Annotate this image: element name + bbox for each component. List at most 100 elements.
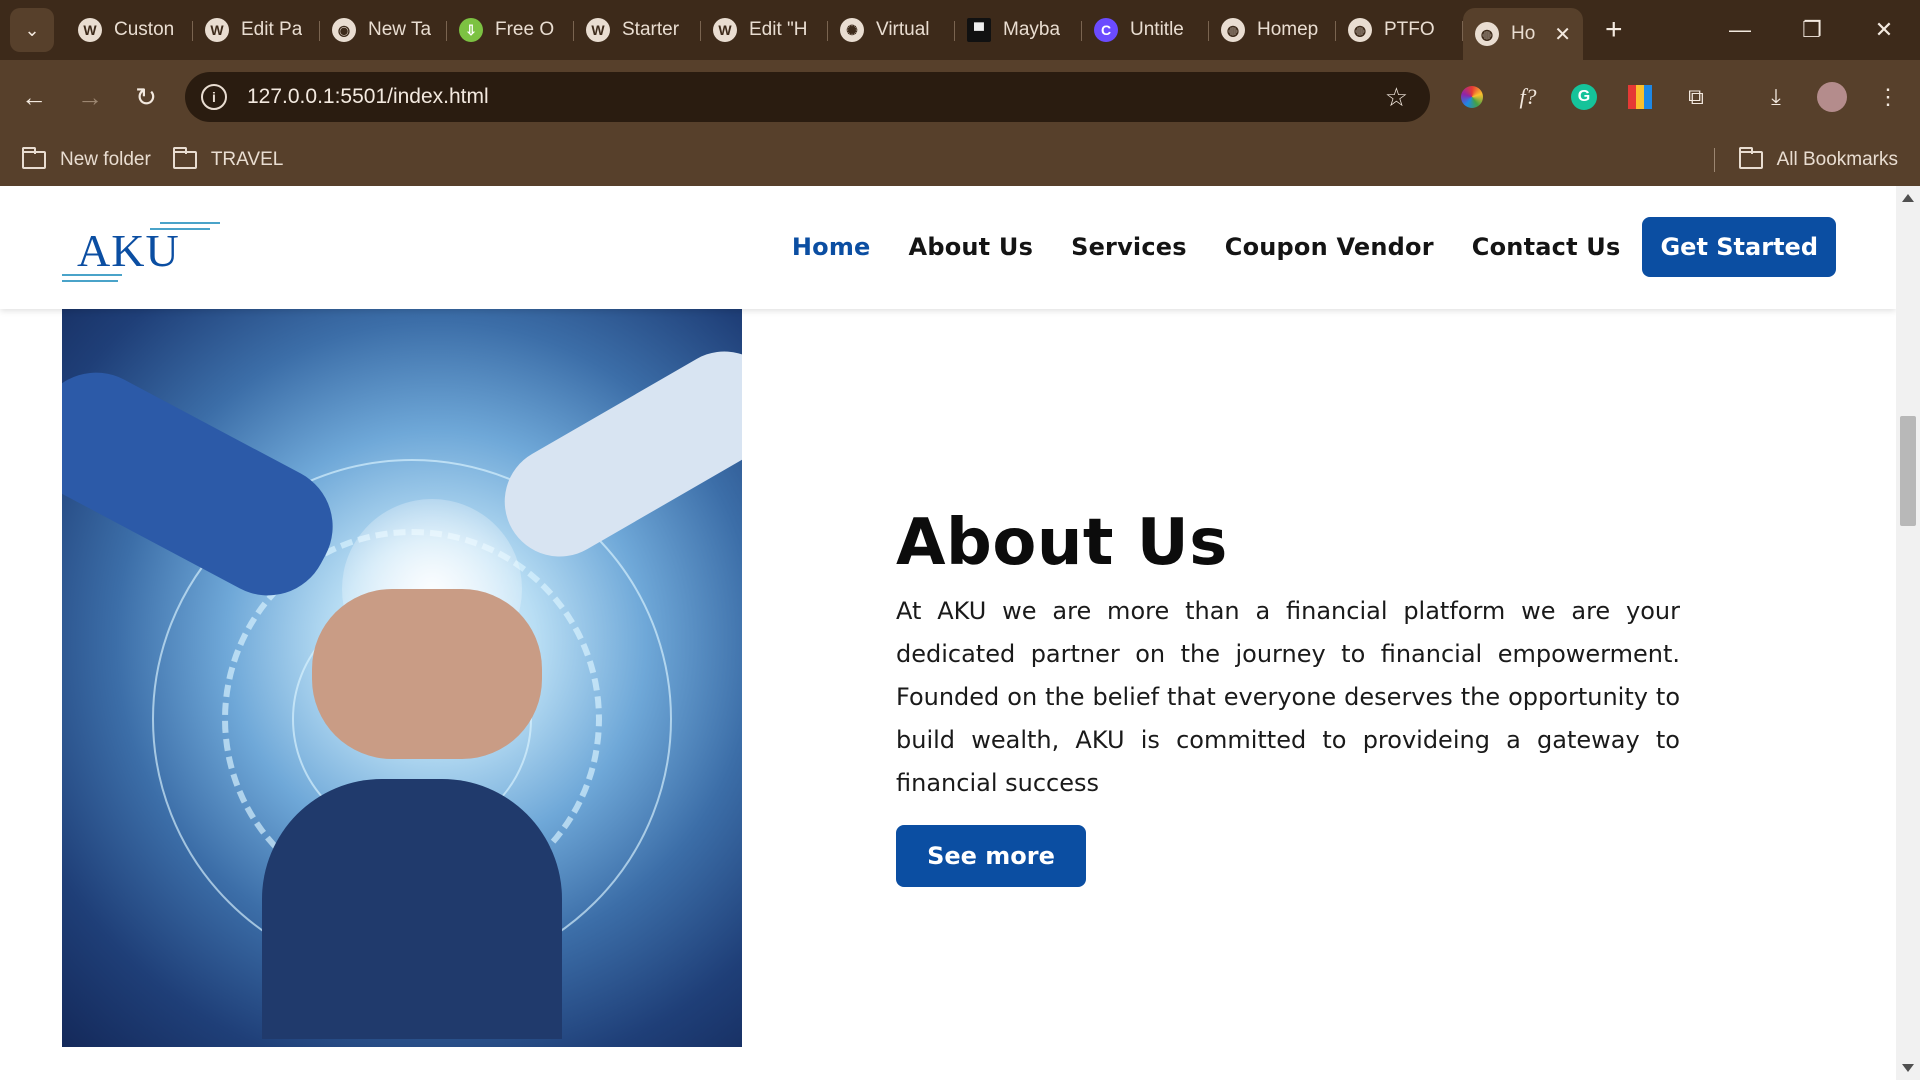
palette-icon	[1628, 85, 1652, 109]
globe-icon: ◍	[1475, 22, 1499, 46]
tab-title: Edit Pa	[241, 19, 303, 40]
folder-icon	[22, 147, 46, 169]
nav-coupon-vendor[interactable]: Coupon Vendor	[1225, 233, 1434, 261]
tab-title: Untitle	[1130, 19, 1184, 40]
avatar-icon	[1817, 82, 1847, 112]
close-tab-icon[interactable]: ✕	[1554, 22, 1571, 47]
kebab-menu-icon[interactable]: ⋮	[1860, 84, 1916, 110]
color-wheel-icon	[1461, 86, 1483, 108]
main-nav: Home About Us Services Coupon Vendor Con…	[754, 217, 1836, 277]
browser-tab-active[interactable]: ◍ Ho ✕	[1463, 8, 1583, 60]
tab-title: New Ta	[368, 19, 432, 40]
font-finder-extension-icon[interactable]: f?	[1500, 84, 1556, 110]
tab-title: Ho	[1511, 23, 1536, 44]
bookmark-label: New folder	[60, 149, 151, 170]
web-page: AKU Home About Us Services Coupon Vendor…	[0, 186, 1896, 1080]
browser-tab[interactable]: C Untitle	[1082, 9, 1209, 51]
site-header: AKU Home About Us Services Coupon Vendor…	[0, 186, 1896, 309]
bookmarks-bar: New folder TRAVEL All Bookmarks	[0, 134, 1920, 186]
all-bookmarks-button[interactable]: All Bookmarks	[1713, 134, 1898, 186]
logo-line	[62, 274, 122, 276]
globe-icon: ◍	[1221, 18, 1245, 42]
all-bookmarks-label: All Bookmarks	[1776, 149, 1898, 170]
divider	[1713, 148, 1715, 172]
nav-services[interactable]: Services	[1071, 233, 1187, 261]
bookmark-star-icon[interactable]: ☆	[1385, 82, 1408, 113]
folder-icon	[1738, 147, 1763, 169]
bookmark-label: TRAVEL	[210, 149, 284, 170]
browser-toolbar: ← → ↻ i 127.0.0.1:5501/index.html ☆ f? G…	[0, 60, 1920, 134]
about-heading: About Us	[896, 506, 1228, 580]
scroll-up-icon[interactable]	[1902, 194, 1914, 202]
browser-tab[interactable]: ◍ Homep	[1209, 9, 1336, 51]
chrome-icon: ◉	[332, 18, 356, 42]
browser-tab-bar: ⌄ W Custon W Edit Pa ◉ New Ta ⇩ Free O W Star…	[0, 0, 1920, 60]
puzzle-icon[interactable]: ⧉	[1668, 84, 1724, 110]
nav-contact-us[interactable]: Contact Us	[1472, 233, 1621, 261]
tab-title: Virtual	[876, 19, 930, 40]
browser-tab[interactable]: W Starter	[574, 9, 701, 51]
about-text: At AKU we are more than a financial plat…	[896, 597, 1680, 797]
scroll-thumb[interactable]	[1900, 416, 1916, 526]
browser-tab[interactable]: ⇩ Free O	[447, 9, 574, 51]
decor-shape	[484, 331, 742, 577]
page-scrollbar[interactable]	[1896, 186, 1920, 1080]
bookmark-folder-travel[interactable]: TRAVEL	[172, 147, 284, 171]
teamwork-fist-bump-image	[62, 309, 742, 1047]
bookmark-folder-new-folder[interactable]: New folder	[22, 147, 151, 171]
grammarly-extension-icon[interactable]: G	[1556, 84, 1612, 110]
folder-icon	[172, 147, 197, 169]
site-info-icon[interactable]: i	[201, 84, 227, 110]
wordpress-icon: W	[78, 18, 102, 42]
tab-title: Custon	[114, 19, 175, 40]
browser-tab[interactable]: W Edit Pa	[193, 9, 320, 51]
logo-text: AKU	[77, 225, 180, 276]
minimize-icon[interactable]: —	[1704, 0, 1776, 60]
tab-title: Starter	[622, 19, 680, 40]
tab-title: PTFO	[1384, 19, 1435, 40]
logo-line	[62, 280, 118, 282]
browser-tab[interactable]: ◍ PTFO	[1336, 9, 1463, 51]
tab-search-button[interactable]: ⌄	[10, 8, 54, 52]
get-started-button[interactable]: Get Started	[1642, 217, 1836, 277]
unsplash-icon: ▀	[967, 18, 991, 42]
browser-tab[interactable]: ✺ Virtual	[828, 9, 955, 51]
address-bar[interactable]: i 127.0.0.1:5501/index.html ☆	[185, 72, 1430, 122]
back-icon[interactable]: ←	[6, 69, 62, 125]
decor-shape	[312, 589, 542, 759]
palette-extension-icon[interactable]	[1612, 85, 1668, 109]
wordpress-icon: W	[205, 18, 229, 42]
nav-home[interactable]: Home	[792, 233, 871, 261]
browser-tab[interactable]: W Edit "H	[701, 9, 828, 51]
scroll-down-icon[interactable]	[1902, 1064, 1914, 1072]
close-window-icon[interactable]: ✕	[1848, 0, 1920, 60]
about-section: About Us At AKU we are more than a finan…	[896, 506, 1680, 887]
forward-icon[interactable]: →	[62, 69, 118, 125]
reload-icon[interactable]: ↻	[118, 69, 174, 125]
profile-avatar[interactable]	[1804, 82, 1860, 112]
browser-tab[interactable]: W Custon	[66, 9, 193, 51]
decor-shape	[262, 779, 562, 1039]
tab-strip: W Custon W Edit Pa ◉ New Ta ⇩ Free O W Starte…	[66, 0, 1583, 60]
url-text[interactable]: 127.0.0.1:5501/index.html	[247, 85, 489, 109]
tab-title: Edit "H	[749, 19, 808, 40]
nav-about-us[interactable]: About Us	[909, 233, 1034, 261]
see-more-button[interactable]: See more	[896, 825, 1086, 887]
color-picker-extension-icon[interactable]	[1444, 86, 1500, 108]
tab-title: Free O	[495, 19, 555, 40]
download-icon[interactable]: ⤓	[1748, 84, 1804, 110]
download-arrow-icon: ⇩	[459, 18, 483, 42]
new-tab-icon[interactable]: +	[1605, 15, 1623, 45]
wordpress-icon: W	[713, 18, 737, 42]
globe-icon: ◍	[1348, 18, 1372, 42]
site-logo[interactable]: AKU	[62, 216, 222, 282]
browser-tab[interactable]: ◉ New Ta	[320, 9, 447, 51]
grammarly-icon: G	[1571, 84, 1597, 110]
tab-title: Homep	[1257, 19, 1319, 40]
wordpress-icon: W	[586, 18, 610, 42]
browser-tab[interactable]: ▀ Mayba	[955, 9, 1082, 51]
chevron-down-icon: ⌄	[24, 19, 40, 40]
extensions-area: f? G ⧉ ⤓ ⋮	[1444, 74, 1916, 120]
restore-icon[interactable]: ❐	[1776, 0, 1848, 60]
tab-title: Mayba	[1003, 19, 1061, 40]
